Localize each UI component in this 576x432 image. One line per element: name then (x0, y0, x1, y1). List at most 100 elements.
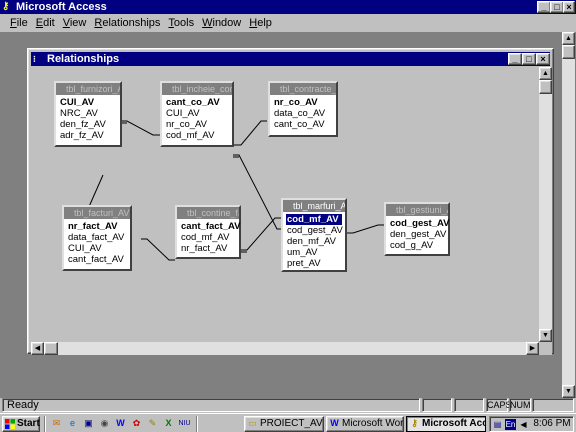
scroll-down-icon[interactable]: ▼ (539, 329, 552, 342)
task-button[interactable]: ▭ PROIECT_AV (244, 416, 324, 432)
task-label: PROIECT_AV (260, 418, 323, 429)
scroll-right-icon[interactable]: ▶ (526, 342, 539, 355)
rel-maximize-button[interactable]: □ (522, 53, 536, 65)
language-indicator[interactable]: En (505, 419, 516, 430)
table-title[interactable]: tbl_facturi_AV (64, 207, 130, 219)
ie-icon[interactable]: e (66, 417, 79, 430)
field-row-selected[interactable]: cod_mf_AV (286, 214, 342, 225)
niu-icon[interactable]: NIU (178, 417, 191, 430)
relationships-title: Relationships (47, 53, 120, 65)
field-row[interactable]: nr_fact_AV (67, 221, 127, 232)
table-facturi[interactable]: tbl_facturi_AV nr_fact_AV data_fact_AV C… (62, 205, 132, 271)
field-row[interactable]: um_AV (286, 247, 342, 258)
menu-help[interactable]: Help (245, 15, 276, 31)
table-title[interactable]: tbl_furnizori_AV (56, 83, 120, 95)
field-row[interactable]: nr_fact_AV (180, 243, 236, 254)
table-contine-fact[interactable]: tbl_contine_fact cant_fact_AV cod_mf_AV … (175, 205, 241, 259)
table-furnizori[interactable]: tbl_furnizori_AV CUI_AV NRC_AV den_fz_AV… (54, 81, 122, 147)
table-title[interactable]: tbl_contine_fact (177, 207, 239, 219)
app-maximize-button[interactable]: □ (550, 1, 564, 13)
field-row[interactable]: cod_mf_AV (180, 232, 236, 243)
vertical-scroll-thumb[interactable] (539, 80, 552, 94)
start-label: Start (17, 418, 40, 429)
scroll-up-icon[interactable]: ▲ (539, 67, 552, 80)
field-row[interactable]: data_co_AV (273, 108, 333, 119)
mdi-scroll-thumb[interactable] (562, 45, 575, 59)
outlook-icon[interactable]: ✉ (50, 417, 63, 430)
caps-indicator: CAPS (486, 398, 512, 412)
field-row[interactable]: adr_fz_AV (59, 130, 117, 141)
task-button[interactable]: W Microsoft Word ... (326, 416, 404, 432)
channel-icon[interactable]: ◉ (98, 417, 111, 430)
table-title[interactable]: tbl_incheie_con... (162, 83, 232, 95)
scrollbar-corner (539, 342, 552, 355)
table-title[interactable]: tbl_gestiuni_AV (386, 204, 448, 216)
field-row[interactable]: den_mf_AV (286, 236, 342, 247)
field-row[interactable]: cod_mf_AV (165, 130, 229, 141)
table-contracte[interactable]: tbl_contracte_AV nr_co_AV data_co_AV can… (268, 81, 338, 137)
field-row[interactable]: nr_co_AV (273, 97, 333, 108)
menu-edit[interactable]: Edit (32, 15, 59, 31)
windows-logo-icon (5, 419, 15, 429)
menu-file[interactable]: File (6, 15, 32, 31)
field-row[interactable]: CUI_AV (67, 243, 127, 254)
mdi-scroll-up-icon[interactable]: ▲ (562, 32, 575, 45)
rel-line-contracte-incheie (233, 120, 267, 146)
app-close-button[interactable]: × (563, 1, 575, 13)
status-indicator (532, 398, 574, 412)
rel-minimize-button[interactable]: _ (508, 53, 522, 65)
table-marfuri[interactable]: tbl_marfuri_AV cod_mf_AV cod_gest_AV den… (281, 198, 347, 272)
table-incheie-con[interactable]: tbl_incheie_con... cant_co_AV CUI_AV nr_… (160, 81, 234, 147)
field-row[interactable]: den_fz_AV (59, 119, 117, 130)
table-title[interactable]: tbl_contracte_AV (270, 83, 336, 95)
access-key-icon: ⚷ (411, 418, 418, 428)
pen-icon[interactable]: ✎ (146, 417, 159, 430)
app-minimize-button[interactable]: _ (537, 1, 551, 13)
word-icon[interactable]: W (114, 417, 127, 430)
excel-icon[interactable]: X (162, 417, 175, 430)
task-button-active[interactable]: ⚷ Microsoft Acc... (406, 416, 486, 432)
status-indicator (422, 398, 452, 412)
field-row[interactable]: cod_gest_AV (286, 225, 343, 236)
field-row[interactable]: pret_AV (286, 258, 342, 269)
start-button[interactable]: Start (2, 416, 40, 432)
field-row[interactable]: cant_co_AV (165, 97, 229, 108)
field-row[interactable]: cod_gest_AV (389, 218, 449, 229)
task-label: Microsoft Acc... (422, 418, 486, 429)
vertical-scrollbar[interactable]: ▲ ▼ (539, 67, 552, 342)
field-row[interactable]: data_fact_AV (67, 232, 127, 243)
flower-icon[interactable]: ✿ (130, 417, 143, 430)
menu-relationships[interactable]: Relationships (90, 15, 164, 31)
app-title: Microsoft Access (16, 1, 107, 13)
rel-close-button[interactable]: × (536, 53, 550, 65)
scroll-left-icon[interactable]: ◀ (31, 342, 44, 355)
relationships-canvas[interactable]: tbl_furnizori_AV CUI_AV NRC_AV den_fz_AV… (31, 67, 539, 342)
speaker-icon[interactable]: ◀ (518, 419, 529, 430)
menu-window[interactable]: Window (198, 15, 245, 31)
tray-app-icon[interactable]: ▤ (492, 419, 503, 430)
field-row[interactable]: CUI_AV (165, 108, 229, 119)
field-row[interactable]: den_gest_AV (389, 229, 446, 240)
field-row[interactable]: CUI_AV (59, 97, 117, 108)
field-row[interactable]: cant_fact_AV (180, 221, 241, 232)
table-title[interactable]: tbl_marfuri_AV (283, 200, 345, 212)
mdi-vertical-scrollbar[interactable]: ▲ ▼ (562, 32, 575, 398)
mdi-scroll-down-icon[interactable]: ▼ (562, 385, 575, 398)
field-row[interactable]: cod_g_AV (389, 240, 445, 251)
relationships-title-bar[interactable]: ⁝ Relationships _ □ × (31, 52, 550, 66)
folder-icon: ▭ (248, 418, 257, 428)
field-row[interactable]: cant_co_AV (273, 119, 333, 130)
menu-tools[interactable]: Tools (164, 15, 198, 31)
field-row[interactable]: cant_fact_AV (67, 254, 127, 265)
field-row[interactable]: NRC_AV (59, 108, 117, 119)
clock[interactable]: 8:06 PM (531, 417, 573, 431)
horizontal-scrollbar[interactable]: ◀ ▶ (31, 342, 539, 355)
table-gestiuni[interactable]: tbl_gestiuni_AV cod_gest_AV den_gest_AV … (384, 202, 450, 256)
app-title-bar: ⚷ Microsoft Access _ □ × (0, 0, 576, 14)
desktop-icon[interactable]: ▣ (82, 417, 95, 430)
horizontal-scroll-thumb[interactable] (44, 342, 58, 355)
field-row[interactable]: nr_co_AV (165, 119, 229, 130)
taskbar-divider (196, 416, 198, 432)
status-text: Ready (2, 398, 420, 412)
menu-view[interactable]: View (59, 15, 91, 31)
